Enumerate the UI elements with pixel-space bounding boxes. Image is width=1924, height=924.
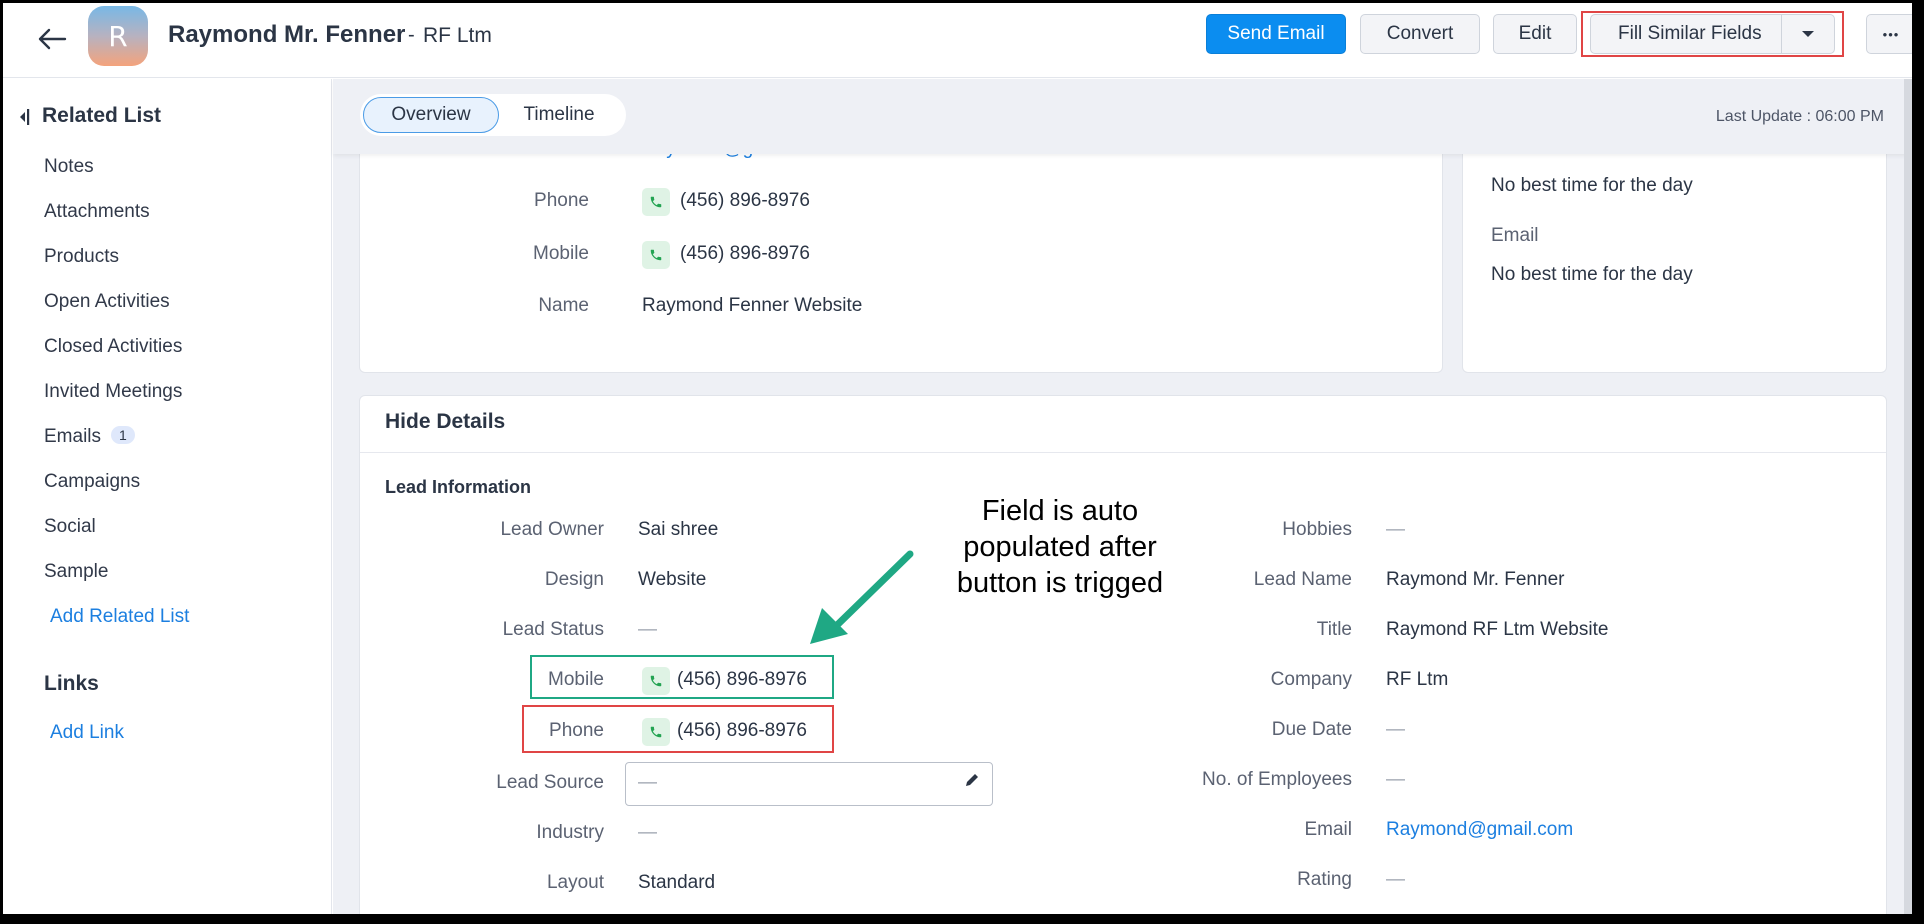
emails-count-badge: 1 [111, 426, 135, 444]
frame-border [0, 914, 1924, 924]
lead-name-label: Lead Name [1253, 569, 1352, 590]
lead-name-value: Raymond Mr. Fenner [1386, 569, 1565, 590]
scrollbar[interactable] [1904, 79, 1912, 914]
more-icon: ••• [1882, 26, 1900, 42]
due-date-label: Due Date [1271, 719, 1352, 740]
frame-border [1912, 0, 1924, 924]
employees-value: — [1386, 769, 1405, 790]
back-arrow-icon [38, 28, 67, 50]
email-label: Email [1304, 819, 1352, 840]
phone-label: Phone [549, 720, 604, 741]
sidebar-item-social[interactable]: Social [44, 516, 96, 538]
email-value[interactable]: Raymond@gmail.com [1386, 819, 1573, 841]
back-button[interactable] [34, 22, 70, 56]
best-time-call-value: No best time for the day [1491, 175, 1693, 196]
sidebar-item-label: Emails [44, 426, 102, 447]
sidebar-item-products[interactable]: Products [44, 246, 119, 268]
design-label: Design [544, 569, 604, 590]
card-name-value: Raymond Fenner Website [642, 295, 863, 316]
best-time-card [1462, 130, 1887, 373]
crm-lead-detail-page: R Raymond Mr. Fenner - RF Ltm Send Email… [0, 0, 1924, 924]
hobbies-value: — [1386, 519, 1405, 540]
phone-icon[interactable] [642, 718, 670, 746]
design-value: Website [638, 569, 707, 590]
add-related-list-link[interactable]: Add Related List [50, 606, 189, 628]
send-email-button[interactable]: Send Email [1206, 14, 1346, 54]
more-actions-button[interactable]: ••• [1866, 14, 1916, 54]
phone-icon[interactable] [642, 667, 670, 695]
lead-status-label: Lead Status [502, 619, 604, 640]
annotation-text: Field is auto populated after button is … [956, 495, 1164, 599]
sidebar-item-attachments[interactable]: Attachments [44, 201, 150, 223]
annotation-arrow-icon [810, 550, 914, 644]
company-value: RF Ltm [1386, 669, 1449, 690]
sidebar-item-campaigns[interactable]: Campaigns [44, 471, 140, 493]
lead-owner-label: Lead Owner [500, 519, 604, 540]
fill-similar-dropdown-button[interactable] [1781, 14, 1835, 54]
links-title: Links [44, 672, 99, 695]
add-link-link[interactable]: Add Link [50, 722, 124, 744]
sidebar-item-sample[interactable]: Sample [44, 561, 108, 583]
company-label: Company [1270, 669, 1352, 690]
last-update-text: Last Update : 06:00 PM [1715, 108, 1884, 125]
view-tabs: Overview Timeline [360, 94, 626, 136]
contact-card [359, 130, 1443, 373]
sidebar-item-emails[interactable]: Emails 1 [44, 426, 135, 448]
best-time-email-value: No best time for the day [1491, 264, 1693, 285]
card-phone-label: Phone [534, 190, 589, 211]
mobile-label: Mobile [548, 669, 604, 690]
section-divider [360, 452, 1886, 453]
tab-timeline[interactable]: Timeline [499, 97, 619, 133]
sidebar-item-invited-meetings[interactable]: Invited Meetings [44, 381, 182, 403]
lead-status-value: — [638, 619, 657, 640]
chevron-down-icon [1802, 31, 1814, 37]
phone-icon[interactable] [642, 188, 670, 216]
phone-icon[interactable] [642, 241, 670, 269]
lead-source-input[interactable] [625, 762, 993, 806]
card-mobile-label: Mobile [533, 243, 589, 264]
lead-information-title: Lead Information [385, 477, 532, 497]
phone-value: (456) 896-8976 [677, 720, 807, 741]
record-name: Raymond Mr. Fenner [168, 21, 406, 48]
industry-label: Industry [536, 822, 604, 843]
layout-label: Layout [546, 872, 604, 893]
hobbies-label: Hobbies [1282, 519, 1352, 540]
related-list-header: Related List [18, 104, 161, 128]
lead-source-value: — [638, 772, 657, 793]
hide-details-toggle[interactable]: Hide Details [385, 410, 505, 434]
edit-button[interactable]: Edit [1493, 14, 1577, 54]
record-company: RF Ltm [423, 24, 492, 47]
record-header: R Raymond Mr. Fenner - RF Ltm Send Email… [0, 0, 1924, 78]
title-separator: - [408, 24, 415, 46]
frame-border [0, 0, 1924, 3]
sidebar-item-notes[interactable]: Notes [44, 156, 94, 178]
tab-overview[interactable]: Overview [363, 97, 499, 133]
employees-label: No. of Employees [1202, 769, 1352, 790]
related-list-title: Related List [42, 104, 162, 127]
rating-label: Rating [1297, 869, 1352, 890]
due-date-value: — [1386, 719, 1405, 740]
card-phone-value: (456) 896-8976 [680, 190, 810, 211]
pencil-icon[interactable] [964, 772, 980, 788]
sidebar-item-open-activities[interactable]: Open Activities [44, 291, 170, 313]
best-time-email-label: Email [1491, 225, 1539, 246]
title-value: Raymond RF Ltm Website [1386, 619, 1609, 640]
layout-value: Standard [638, 872, 716, 893]
fill-similar-fields-button[interactable]: Fill Similar Fields [1590, 14, 1782, 54]
title-label: Title [1316, 619, 1352, 640]
industry-value: — [638, 822, 657, 843]
convert-button[interactable]: Convert [1360, 14, 1480, 54]
card-mobile-value: (456) 896-8976 [680, 243, 810, 264]
sidebar-item-closed-activities[interactable]: Closed Activities [44, 336, 182, 358]
frame-border [0, 0, 3, 924]
lead-source-label: Lead Source [496, 772, 604, 793]
collapse-sidebar-icon[interactable] [18, 107, 30, 125]
lead-owner-value: Sai shree [638, 519, 719, 540]
avatar: R [88, 6, 148, 66]
details-card [359, 395, 1887, 924]
card-name-label: Name [538, 295, 589, 316]
mobile-value: (456) 896-8976 [677, 669, 807, 690]
rating-value: — [1386, 869, 1405, 890]
